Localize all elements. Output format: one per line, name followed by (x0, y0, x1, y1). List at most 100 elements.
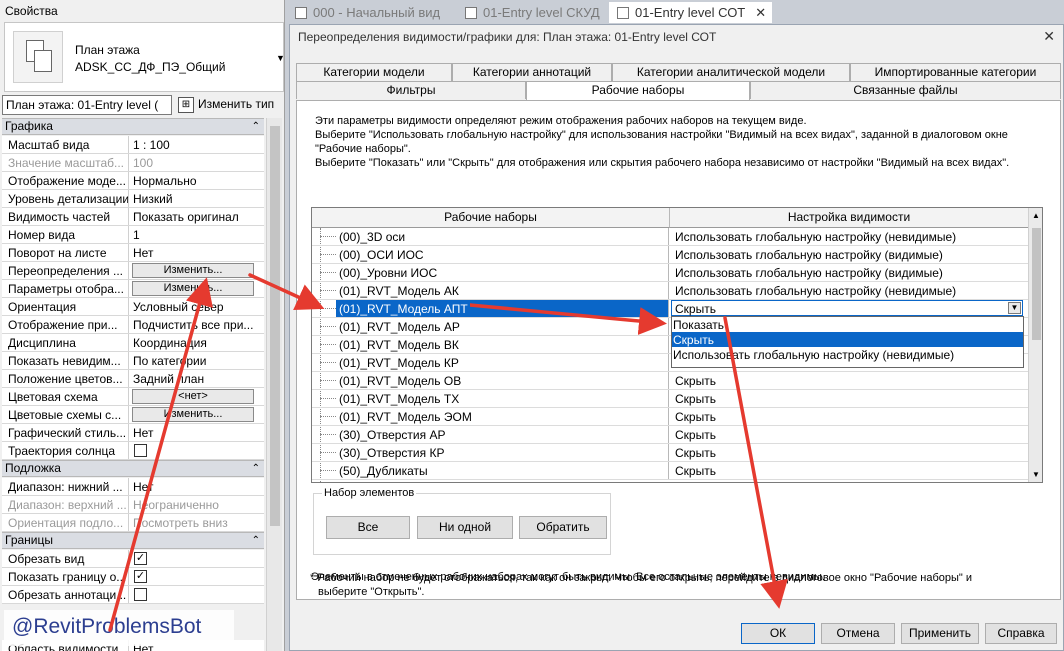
column-header-visibility[interactable]: Настройка видимости (670, 208, 1028, 228)
tab-worksets[interactable]: Рабочие наборы (526, 81, 750, 100)
workset-name: (01)_RVT_Модель КР (339, 356, 459, 370)
visibility-cell[interactable]: Скрыть (670, 444, 1025, 461)
workset-name: (01)_RVT_Модель АР (339, 320, 460, 334)
visibility-cell[interactable]: Использовать глобальную настройку (невид… (670, 282, 1025, 299)
prop-value[interactable]: Низкий (131, 190, 255, 207)
prop-value[interactable]: Условный север (131, 298, 255, 315)
visibility-dropdown-list[interactable]: Показать Скрыть Использовать глобальную … (671, 316, 1024, 368)
table-row[interactable]: (30)_Отверстия АР Скрыть (312, 426, 1028, 444)
column-header-worksets[interactable]: Рабочие наборы (312, 208, 670, 228)
chevron-down-icon[interactable]: ▼ (1008, 302, 1021, 314)
dropdown-option-global[interactable]: Использовать глобальную настройку (невид… (672, 347, 1023, 362)
visibility-combobox[interactable]: Скрыть ▼ (671, 300, 1023, 316)
collapse-icon[interactable]: ⌃ (252, 461, 260, 476)
sun-path-checkbox[interactable] (134, 444, 147, 457)
prop-value[interactable]: Нет (131, 424, 255, 441)
table-row[interactable]: (01)_RVT_Модель АК Использовать глобальну… (312, 282, 1028, 300)
prop-row: Уровень детализации Низкий (2, 190, 264, 208)
tab-imported-categories[interactable]: Импортированные категории (850, 63, 1061, 81)
select-all-button[interactable]: Все (326, 516, 410, 539)
prop-name: Цветовые схемы с... (2, 406, 129, 423)
crop-region-visible-checkbox[interactable]: ✓ (134, 570, 147, 583)
select-none-button[interactable]: Ни одной (417, 516, 513, 539)
workset-name: (00)_3D оси (339, 230, 406, 244)
help-button[interactable]: Справка (985, 623, 1057, 644)
group-underlay[interactable]: Подложка ⌃ (2, 460, 264, 477)
scroll-down-icon[interactable]: ▼ (1032, 470, 1040, 479)
group-extents[interactable]: Границы ⌃ (2, 532, 264, 549)
table-scrollbar[interactable]: ▲ ▼ (1028, 208, 1042, 482)
prop-value[interactable]: Показать оригинал (131, 208, 255, 225)
tab-linked-files[interactable]: Связанные файлы (750, 81, 1061, 99)
prop-name: Обрезать вид (2, 550, 129, 567)
type-name: ADSK_СС_ДФ_ПЭ_Общий (75, 60, 226, 74)
dropdown-option-hide[interactable]: Скрыть (672, 332, 1023, 347)
tab-filters[interactable]: Фильтры (296, 81, 526, 99)
view-tab-sot[interactable]: 01-Entry level СОТ ✕ (609, 2, 773, 23)
collapse-icon[interactable]: ⌃ (252, 119, 260, 134)
annotation-crop-checkbox[interactable] (134, 588, 147, 601)
prop-value[interactable]: Нормально (131, 172, 255, 189)
table-row[interactable]: (30)_Отверстия КР Скрыть (312, 444, 1028, 462)
visibility-cell[interactable]: Скрыть (670, 372, 1025, 389)
visibility-cell[interactable]: Скрыть (670, 462, 1025, 479)
collapse-icon[interactable]: ⌃ (252, 533, 260, 548)
type-selector[interactable]: План этажа ADSK_СС_ДФ_ПЭ_Общий ▼ (4, 22, 284, 92)
dropdown-option-show[interactable]: Показать (672, 317, 1023, 332)
table-row[interactable]: (00)_3D оси Использовать глобальную настр… (312, 228, 1028, 246)
crop-view-checkbox[interactable]: ✓ (134, 552, 147, 565)
prop-row: Траектория солнца (2, 442, 264, 460)
visibility-cell[interactable]: Скрыть (670, 408, 1025, 425)
view-instance-selector[interactable]: План этажа: 01-Entry level ( (2, 95, 172, 115)
cancel-button[interactable]: Отмена (821, 623, 895, 644)
view-tab-start[interactable]: 000 - Начальный вид (287, 2, 446, 23)
prop-value[interactable]: По категории (131, 352, 255, 369)
vg-overrides-dialog: Переопределения видимости/графики для: П… (289, 24, 1064, 651)
ok-button[interactable]: ОК (741, 623, 815, 644)
prop-row: Отображение при... Подчистить все при... (2, 316, 264, 334)
apply-button[interactable]: Применить (901, 623, 979, 644)
prop-value[interactable]: Координация (131, 334, 255, 351)
close-tab-icon[interactable]: ✕ (755, 5, 766, 20)
table-row[interactable]: (01)_RVT_Модель ОВ Скрыть (312, 372, 1028, 390)
selection-group: Набор элементов Все Ни одной Обратить (313, 487, 611, 555)
visibility-cell[interactable]: Использовать глобальную настройку (видим… (670, 264, 1025, 281)
prop-value[interactable]: Задний план (131, 370, 255, 387)
scrollbar-thumb[interactable] (270, 126, 280, 526)
visibility-cell[interactable]: Скрыть (670, 390, 1025, 407)
visibility-cell[interactable]: Скрыть (670, 426, 1025, 443)
table-row[interactable]: (01)_RVT_Модель ЭОМ Скрыть (312, 408, 1028, 426)
tab-model-categories[interactable]: Категории модели (296, 63, 452, 81)
close-icon[interactable]: ✕ (1043, 28, 1055, 45)
invert-button[interactable]: Обратить (519, 516, 607, 539)
view-tab-skud[interactable]: 01-Entry level СКУД (457, 2, 606, 23)
prop-value[interactable]: 1 (131, 226, 255, 243)
group-extents-label: Границы (5, 533, 53, 547)
color-schemes-edit-button[interactable]: Изменить... (132, 407, 254, 422)
edit-type-button[interactable]: ⊞ Изменить тип (178, 95, 274, 115)
table-row[interactable]: (00)_Уровни ИОС Использовать глобальную н… (312, 264, 1028, 282)
tab-annotation-categories[interactable]: Категории аннотаций (452, 63, 612, 81)
prop-row: Показать невидим... По категории (2, 352, 264, 370)
prop-row: Ориентация Условный север (2, 298, 264, 316)
type-dropdown-icon[interactable]: ▼ (276, 53, 284, 63)
scrollbar-thumb[interactable] (1032, 228, 1041, 340)
color-scheme-button[interactable]: <нет> (132, 389, 254, 404)
properties-scrollbar[interactable] (266, 118, 282, 651)
prop-value[interactable]: 1 : 100 (131, 136, 255, 153)
group-underlay-label: Подложка (5, 461, 61, 475)
prop-value[interactable]: Нет (131, 478, 255, 495)
display-options-edit-button[interactable]: Изменить... (132, 281, 254, 296)
prop-value[interactable]: Подчистить все при... (131, 316, 255, 333)
tab-analytical-categories[interactable]: Категории аналитической модели (612, 63, 850, 81)
prop-value[interactable]: Нет (131, 244, 255, 261)
visibility-cell[interactable]: Использовать глобальную настройку (видим… (670, 246, 1025, 263)
group-graphics[interactable]: Графика ⌃ (2, 118, 264, 135)
table-row[interactable]: (00)_ОСИ ИОС Использовать глобальную наст… (312, 246, 1028, 264)
scroll-up-icon[interactable]: ▲ (1032, 211, 1040, 220)
vg-overrides-edit-button[interactable]: Изменить... (132, 263, 254, 278)
prop-row: Дисциплина Координация (2, 334, 264, 352)
table-row[interactable]: (01)_RVT_Модель ТХ Скрыть (312, 390, 1028, 408)
visibility-cell[interactable]: Использовать глобальную настройку (невид… (670, 228, 1025, 245)
table-row[interactable]: (50)_Дубликаты Скрыть (312, 462, 1028, 480)
